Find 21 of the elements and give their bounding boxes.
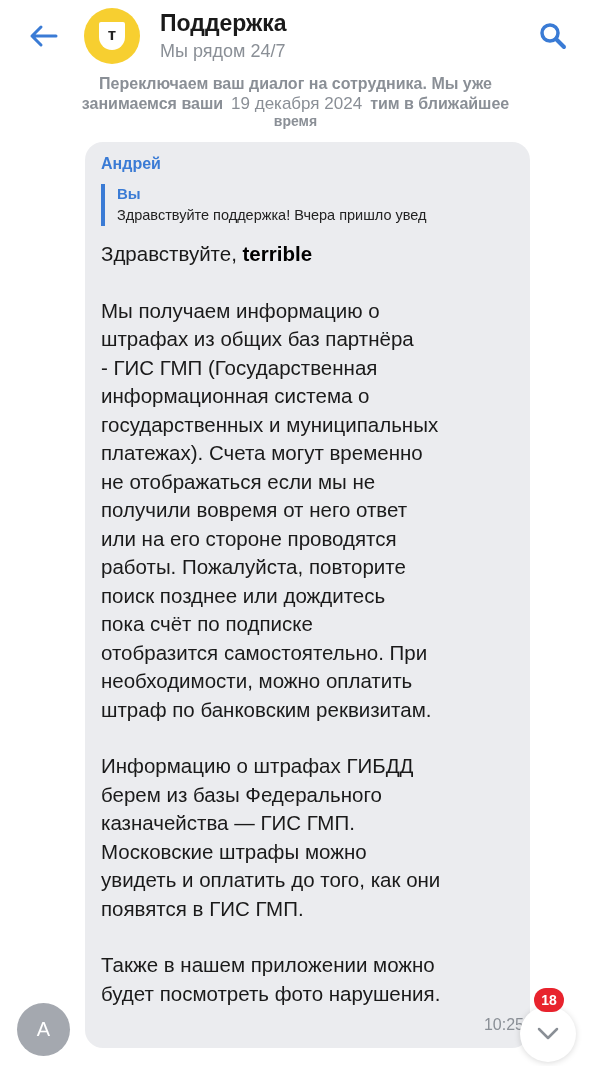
back-icon[interactable] (28, 24, 58, 48)
message-time: 10:25 (482, 1016, 524, 1034)
chat-subtitle: Мы рядом 24/7 (160, 40, 287, 63)
quote-text: Здравствуйте поддержка! Вчера пришло увед (117, 206, 428, 225)
quote-author: Вы (117, 184, 142, 204)
chevron-down-icon[interactable] (537, 1027, 559, 1041)
message-text: Мы получаем информацию о штрафах из общих баз партнёра - ГИС ГМП (Государственная информационная система о государственных и муниципальных платежах). Счета могут временно не отображаться если мы не получили вовремя от него ответ или на его стороне проводятся работы. Пожалуйста, повторите поиск позднее или дождитесь пока счёт по подписке отобразится самостоятельно. При необходимости, можно оплатить штраф по банковским реквизитам. (101, 297, 440, 723)
sender-name: Андрей (101, 154, 162, 174)
unread-badge: 18 (534, 988, 564, 1012)
system-message: занимаемся ваши (81, 94, 224, 114)
logo-letter: т (107, 26, 117, 43)
system-message: Переключаем ваш диалог на сотрудника. Мы уже (99, 74, 492, 94)
message-text: Информацию о штрафах ГИБДД берем из базы Федерального казначейства — ГИС ГМП. Московские штрафы можно увидеть и оплатить до того, как они появятся в ГИС ГМП. (101, 753, 442, 922)
message-text: Также в нашем приложении можно будет посмотреть фото нарушения. (101, 952, 442, 1007)
chat-title: Поддержка (160, 9, 288, 37)
message-text: Здравствуйте, terrible (101, 241, 314, 267)
avatar: А (17, 1003, 70, 1056)
system-message: тим в ближайшее (370, 94, 510, 114)
reply-quote[interactable]: Вы Здравствуйте поддержка! Вчера пришло увед (101, 184, 514, 226)
search-icon[interactable] (539, 22, 567, 50)
system-message: время (273, 114, 318, 128)
